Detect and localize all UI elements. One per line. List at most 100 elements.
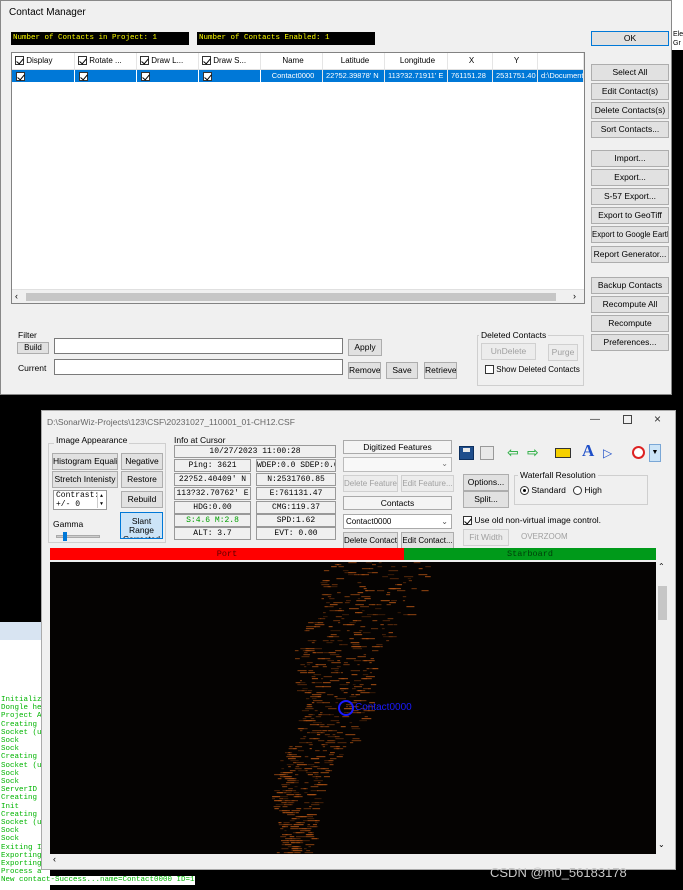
- row-rotate-checkbox[interactable]: [79, 71, 88, 81]
- feature-dropdown[interactable]: ⌄: [343, 457, 452, 472]
- text-icon[interactable]: A: [582, 441, 594, 461]
- retrieve-button[interactable]: Retrieve: [424, 362, 457, 379]
- show-deleted-checkbox-row[interactable]: Show Deleted Contacts: [485, 365, 580, 375]
- table-hscrollbar[interactable]: ‹ ›: [12, 289, 584, 303]
- delete-feature-button[interactable]: Delete Feature: [343, 475, 398, 492]
- contacts-table[interactable]: Display Rotate ... Draw L... Draw S... N…: [11, 52, 585, 304]
- contact-dropdown-chevron-down-icon[interactable]: ⌄: [441, 515, 448, 528]
- delete-contact-button[interactable]: Delete Contact: [343, 532, 398, 549]
- s57-export-button[interactable]: S-57 Export...: [591, 188, 669, 205]
- waterfall-vscrollbar[interactable]: ⌃ ⌄: [656, 562, 669, 854]
- recompute-button[interactable]: Recompute: [591, 315, 669, 332]
- close-icon[interactable]: ×: [654, 412, 661, 426]
- col-display[interactable]: Display: [12, 53, 75, 69]
- remove-button[interactable]: Remove: [348, 362, 381, 379]
- select-all-button[interactable]: Select All: [591, 64, 669, 81]
- preferences-button[interactable]: Preferences...: [591, 334, 669, 351]
- col-rotate[interactable]: Rotate ...: [75, 53, 137, 69]
- report-generator-button[interactable]: Report Generator...: [591, 246, 669, 263]
- col-draw-l[interactable]: Draw L...: [137, 53, 199, 69]
- use-old-image-control-row[interactable]: Use old non-virtual image control.: [463, 515, 601, 526]
- contact-dropdown[interactable]: Contact0000 ⌄: [343, 514, 452, 529]
- scroll-right-arrow-icon[interactable]: ›: [573, 291, 576, 301]
- row-draw-s-cell[interactable]: [199, 70, 261, 82]
- high-radio-icon[interactable]: [573, 486, 582, 496]
- eraser-icon[interactable]: ▷: [603, 446, 612, 460]
- row-draw-s-checkbox[interactable]: [203, 71, 212, 81]
- negative-button[interactable]: Negative: [121, 453, 163, 470]
- use-old-image-control-checkbox[interactable]: [463, 516, 472, 526]
- rotate-all-checkbox[interactable]: [78, 56, 87, 66]
- vscroll-down-arrow-icon[interactable]: ⌄: [658, 840, 665, 849]
- scroll-thumb[interactable]: [26, 293, 556, 301]
- row-rotate-cell[interactable]: [75, 70, 137, 82]
- export-geotiff-button[interactable]: Export to GeoTiff: [591, 207, 669, 224]
- show-deleted-checkbox[interactable]: [485, 365, 494, 375]
- fit-width-button[interactable]: Fit Width: [463, 529, 509, 546]
- high-radio[interactable]: High: [573, 485, 602, 496]
- row-draw-l-cell[interactable]: [137, 70, 199, 82]
- backup-contacts-button[interactable]: Backup Contacts: [591, 277, 669, 294]
- slant-range-corrected-button[interactable]: Slant Range Corrected: [120, 512, 163, 539]
- feature-dropdown-chevron-down-icon[interactable]: ⌄: [441, 459, 448, 468]
- col-name[interactable]: Name: [261, 53, 323, 69]
- apply-button[interactable]: Apply: [348, 339, 382, 356]
- gamma-slider[interactable]: [56, 532, 100, 541]
- hscroll-left-arrow-icon[interactable]: ‹: [53, 854, 56, 864]
- edit-contact-button[interactable]: Edit Contact...: [401, 532, 454, 549]
- edit-contacts-button[interactable]: Edit Contact(s): [591, 83, 669, 100]
- col-y[interactable]: Y: [493, 53, 538, 69]
- dropdown-chevron-down-icon[interactable]: ▼: [649, 444, 661, 462]
- ruler-icon[interactable]: [555, 448, 571, 458]
- gamma-slider-thumb[interactable]: [63, 532, 67, 541]
- undelete-button[interactable]: UnDelete: [481, 343, 536, 360]
- filter-input[interactable]: [54, 338, 343, 354]
- contrast-spinner-icon[interactable]: ▲ ▼: [97, 492, 105, 508]
- stretch-intensity-button[interactable]: Stretch Intenisty: [52, 471, 118, 488]
- contrast-box[interactable]: Contrast: +/- 0 ▲ ▼: [53, 490, 107, 510]
- row-draw-l-checkbox[interactable]: [141, 71, 150, 81]
- export-google-earth-button[interactable]: Export to Google Earth: [591, 226, 669, 243]
- export-button[interactable]: Export...: [591, 169, 669, 186]
- row-display-checkbox[interactable]: [16, 71, 25, 81]
- waterfall-image[interactable]: Contact0000: [50, 562, 656, 854]
- row-display-cell[interactable]: [12, 70, 75, 82]
- save-icon[interactable]: [459, 446, 474, 460]
- rebuild-button[interactable]: Rebuild: [121, 491, 163, 508]
- purge-button[interactable]: Purge: [548, 344, 578, 361]
- target-icon[interactable]: [632, 446, 645, 459]
- sonar-streak: [342, 716, 350, 718]
- options-button[interactable]: Options...: [463, 474, 509, 491]
- edit-feature-button[interactable]: Edit Feature...: [401, 475, 454, 492]
- draw-l-all-checkbox[interactable]: [140, 56, 149, 66]
- sort-contacts-button[interactable]: Sort Contacts...: [591, 121, 669, 138]
- display-all-checkbox[interactable]: [15, 56, 24, 66]
- split-button[interactable]: Split...: [463, 491, 509, 508]
- draw-s-all-checkbox[interactable]: [202, 56, 211, 66]
- delete-contacts-button[interactable]: Delete Contacts(s): [591, 102, 669, 119]
- minimize-icon[interactable]: —: [590, 414, 600, 425]
- col-longitude[interactable]: Longitude: [385, 53, 448, 69]
- current-filter-input[interactable]: [54, 359, 343, 375]
- col-x[interactable]: X: [448, 53, 493, 69]
- ok-button[interactable]: OK: [591, 31, 669, 46]
- arrow-left-icon[interactable]: ⇦: [507, 444, 519, 461]
- col-latitude[interactable]: Latitude: [323, 53, 385, 69]
- maximize-icon[interactable]: [623, 415, 632, 424]
- histogram-equalize-button[interactable]: Histogram Equalize: [52, 453, 118, 470]
- table-row[interactable]: Contact0000 22?52.39878' N 113?32.71911'…: [12, 70, 584, 82]
- standard-radio[interactable]: Standard: [520, 485, 566, 496]
- restore-button[interactable]: Restore: [121, 471, 163, 488]
- scroll-left-arrow-icon[interactable]: ‹: [15, 291, 18, 301]
- save-button[interactable]: Save: [386, 362, 418, 379]
- copy-icon[interactable]: [480, 446, 494, 460]
- standard-radio-icon[interactable]: [520, 486, 529, 496]
- recompute-all-button[interactable]: Recompute All: [591, 296, 669, 313]
- col-draw-s[interactable]: Draw S...: [199, 53, 261, 69]
- import-button[interactable]: Import...: [591, 150, 669, 167]
- vscroll-thumb[interactable]: [658, 586, 667, 620]
- col-path[interactable]: [538, 53, 584, 69]
- arrow-right-icon[interactable]: ⇨: [527, 444, 539, 461]
- build-button[interactable]: Build: [17, 342, 49, 354]
- vscroll-up-arrow-icon[interactable]: ⌃: [658, 562, 665, 571]
